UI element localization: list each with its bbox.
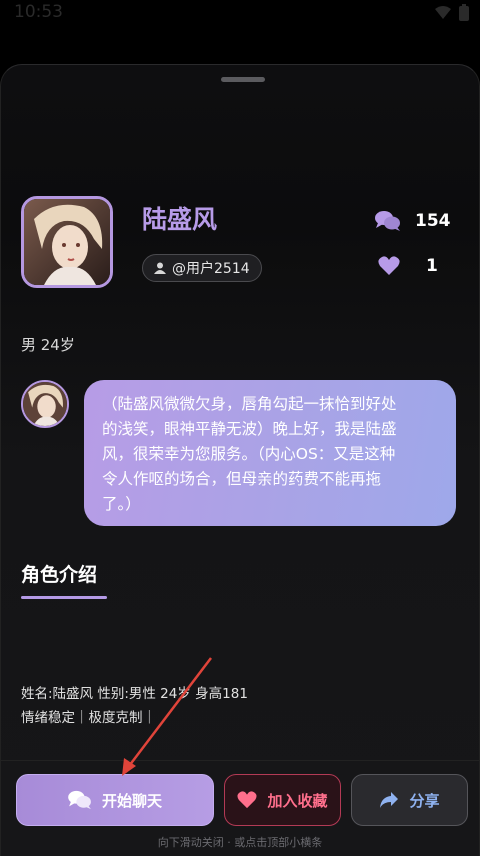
user-id-text: @用户2514	[172, 261, 250, 277]
message-line: 的浅笑，眼神平静无波）晚上好，我是陆盛	[102, 420, 397, 438]
intro-title: 角色介绍	[21, 564, 98, 586]
message-line: 令人作呕的场合，但母亲的药费不能再拖	[102, 470, 382, 488]
message-line: （陆盛风微微欠身，唇角勾起一抹恰到好处	[102, 395, 397, 413]
status-bar: 10:53	[0, 0, 480, 28]
user-icon	[154, 262, 166, 274]
intro-title-underline	[21, 596, 107, 599]
dismiss-hint: 向下滑动关闭 · 或点击顶部小横条	[157, 836, 323, 849]
chat-bubbles-icon	[375, 211, 400, 231]
start-chat-label: 开始聊天	[101, 791, 162, 810]
share-label: 分享	[409, 791, 440, 810]
heart-icon	[237, 791, 258, 809]
character-name: 陆盛风	[142, 205, 218, 234]
gender-age: 男 24岁	[21, 336, 75, 354]
intro-line-1: 姓名:陆盛风 性别:男性 24岁 身高181	[21, 686, 248, 702]
intro-line-2: 情绪稳定｜极度克制｜	[21, 710, 156, 726]
share-button[interactable]: 分享	[351, 774, 468, 826]
character-avatar[interactable]	[21, 196, 113, 288]
greeting-message-bubble: （陆盛风微微欠身，唇角勾起一抹恰到好处 的浅笑，眼神平静无波）晚上好，我是陆盛 …	[84, 380, 456, 526]
chat-count: 154	[415, 211, 451, 231]
message-line: 了。）	[102, 495, 141, 513]
start-chat-button[interactable]: 开始聊天	[16, 774, 214, 826]
battery-icon	[459, 4, 469, 21]
heart-icon	[378, 256, 400, 275]
like-count-stat: 1	[378, 256, 438, 276]
drag-handle[interactable]	[221, 77, 265, 82]
status-icons	[434, 4, 470, 22]
user-id-chip: @用户2514	[142, 254, 262, 282]
chat-count-stat: 154	[375, 210, 451, 232]
action-bar-divider	[0, 760, 480, 761]
wifi-icon	[435, 6, 451, 19]
message-line: 风，很荣幸为您服务。（内心OS：又是这种	[102, 445, 396, 463]
add-favorite-label: 加入收藏	[267, 791, 328, 810]
chat-bubbles-icon	[68, 790, 91, 810]
like-count: 1	[426, 256, 438, 276]
share-arrow-icon	[380, 792, 399, 808]
status-time: 10:53	[14, 2, 63, 22]
message-avatar	[21, 380, 69, 428]
add-favorite-button[interactable]: 加入收藏	[224, 774, 341, 826]
